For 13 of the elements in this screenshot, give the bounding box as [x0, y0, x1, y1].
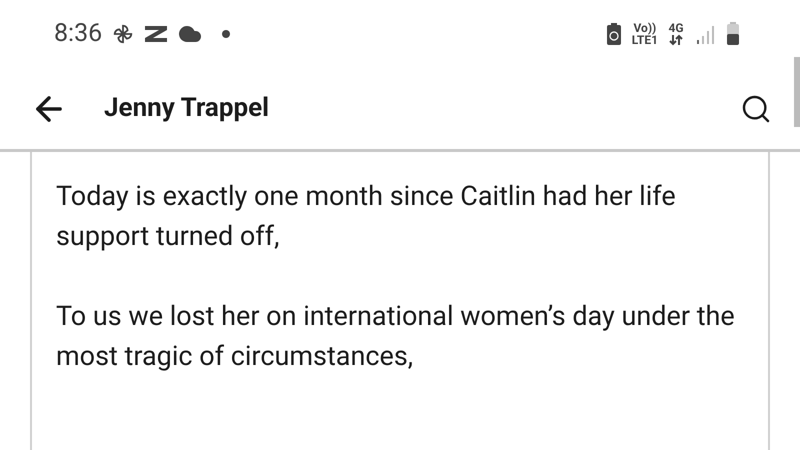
post-paragraph: Today is exactly one month since Caitlin had her life support turned off,: [56, 179, 677, 254]
volte-label: Vo)): [633, 22, 656, 34]
lte-label: LTE1: [632, 34, 658, 46]
data-arrows-icon: [668, 34, 684, 46]
page-title: Jenny Trappel: [104, 92, 270, 125]
letter-mark-icon: [144, 25, 168, 43]
pinwheel-icon: [112, 23, 134, 45]
battery-saver-icon: [606, 22, 622, 46]
status-time: 8:36: [54, 18, 102, 50]
post-paragraph: To us we lost her on international women’s day under the most tragic of circumstances,: [56, 299, 736, 374]
signal-icon: [696, 23, 716, 45]
battery-icon: [726, 22, 740, 46]
network-type-label: 4G: [668, 22, 684, 34]
